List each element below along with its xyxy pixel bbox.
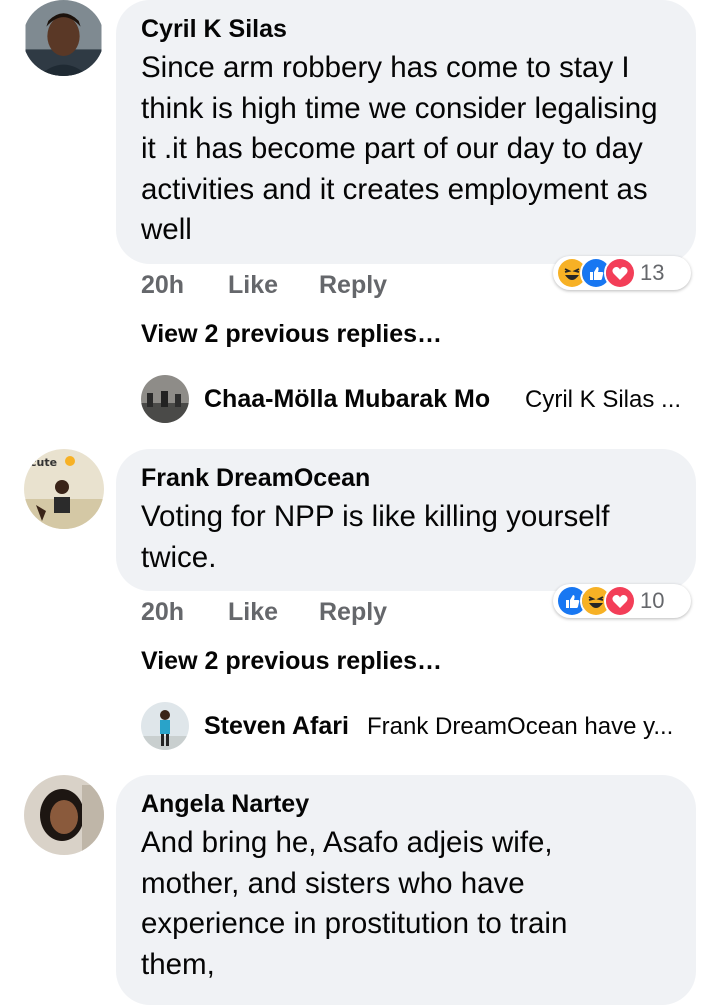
comment-text: Voting for NPP is like killing yourself … [141,500,610,574]
profile-photo [24,775,104,855]
reaction-count: 13 [640,260,665,285]
latest-reply[interactable]: Chaa-Mölla Mubarak Mo Cyril K Silas ... [141,375,701,427]
like-button[interactable]: Like [228,597,278,627]
reply-button[interactable]: Reply [319,597,387,627]
reaction-summary[interactable]: 13 [553,256,691,290]
reply-button[interactable]: Reply [319,270,387,300]
profile-photo: cute [24,449,104,529]
reply-author[interactable]: Steven Afari [204,712,349,741]
reply-snippet: Cyril K Silas ... [525,386,682,413]
reply-author[interactable]: Chaa-Mölla Mubarak Mo [204,385,490,414]
avatar-steven-afari[interactable] [141,702,189,750]
profile-photo [25,0,102,76]
view-previous-replies[interactable]: View 2 previous replies… [141,647,442,676]
profile-photo [141,702,189,750]
love-icon [604,257,636,289]
reply-snippet: Frank DreamOcean have y... [367,713,674,740]
avatar-angela[interactable] [24,775,104,855]
avatar-cyril[interactable] [23,0,104,76]
comment-bubble: Cyril K Silas Since arm robbery has come… [116,0,696,264]
comment-text: And bring he, Asafo adjeis wife, mother,… [141,826,568,981]
reaction-summary[interactable]: 10 [553,584,691,618]
svg-text:cute: cute [30,456,57,469]
comment-author[interactable]: Cyril K Silas [141,14,670,44]
view-previous-replies[interactable]: View 2 previous replies… [141,320,442,349]
reaction-count: 10 [640,588,665,613]
profile-photo [141,375,189,423]
comment-bubble: Frank DreamOcean Voting for NPP is like … [116,449,696,591]
avatar-chaa-molla[interactable] [141,375,189,423]
latest-reply[interactable]: Steven Afari Frank DreamOcean have y... [141,702,701,754]
comment-author[interactable]: Angela Nartey [141,789,670,819]
comment-author[interactable]: Frank DreamOcean [141,463,670,493]
comment-time[interactable]: 20h [141,597,184,627]
comment-text: Since arm robbery has come to stay I thi… [141,51,658,246]
avatar-frank[interactable]: cute [24,449,104,529]
love-icon [604,585,636,617]
comment-bubble: Angela Nartey And bring he, Asafo adjeis… [116,775,696,1005]
like-button[interactable]: Like [228,270,278,300]
comment-time[interactable]: 20h [141,270,184,300]
